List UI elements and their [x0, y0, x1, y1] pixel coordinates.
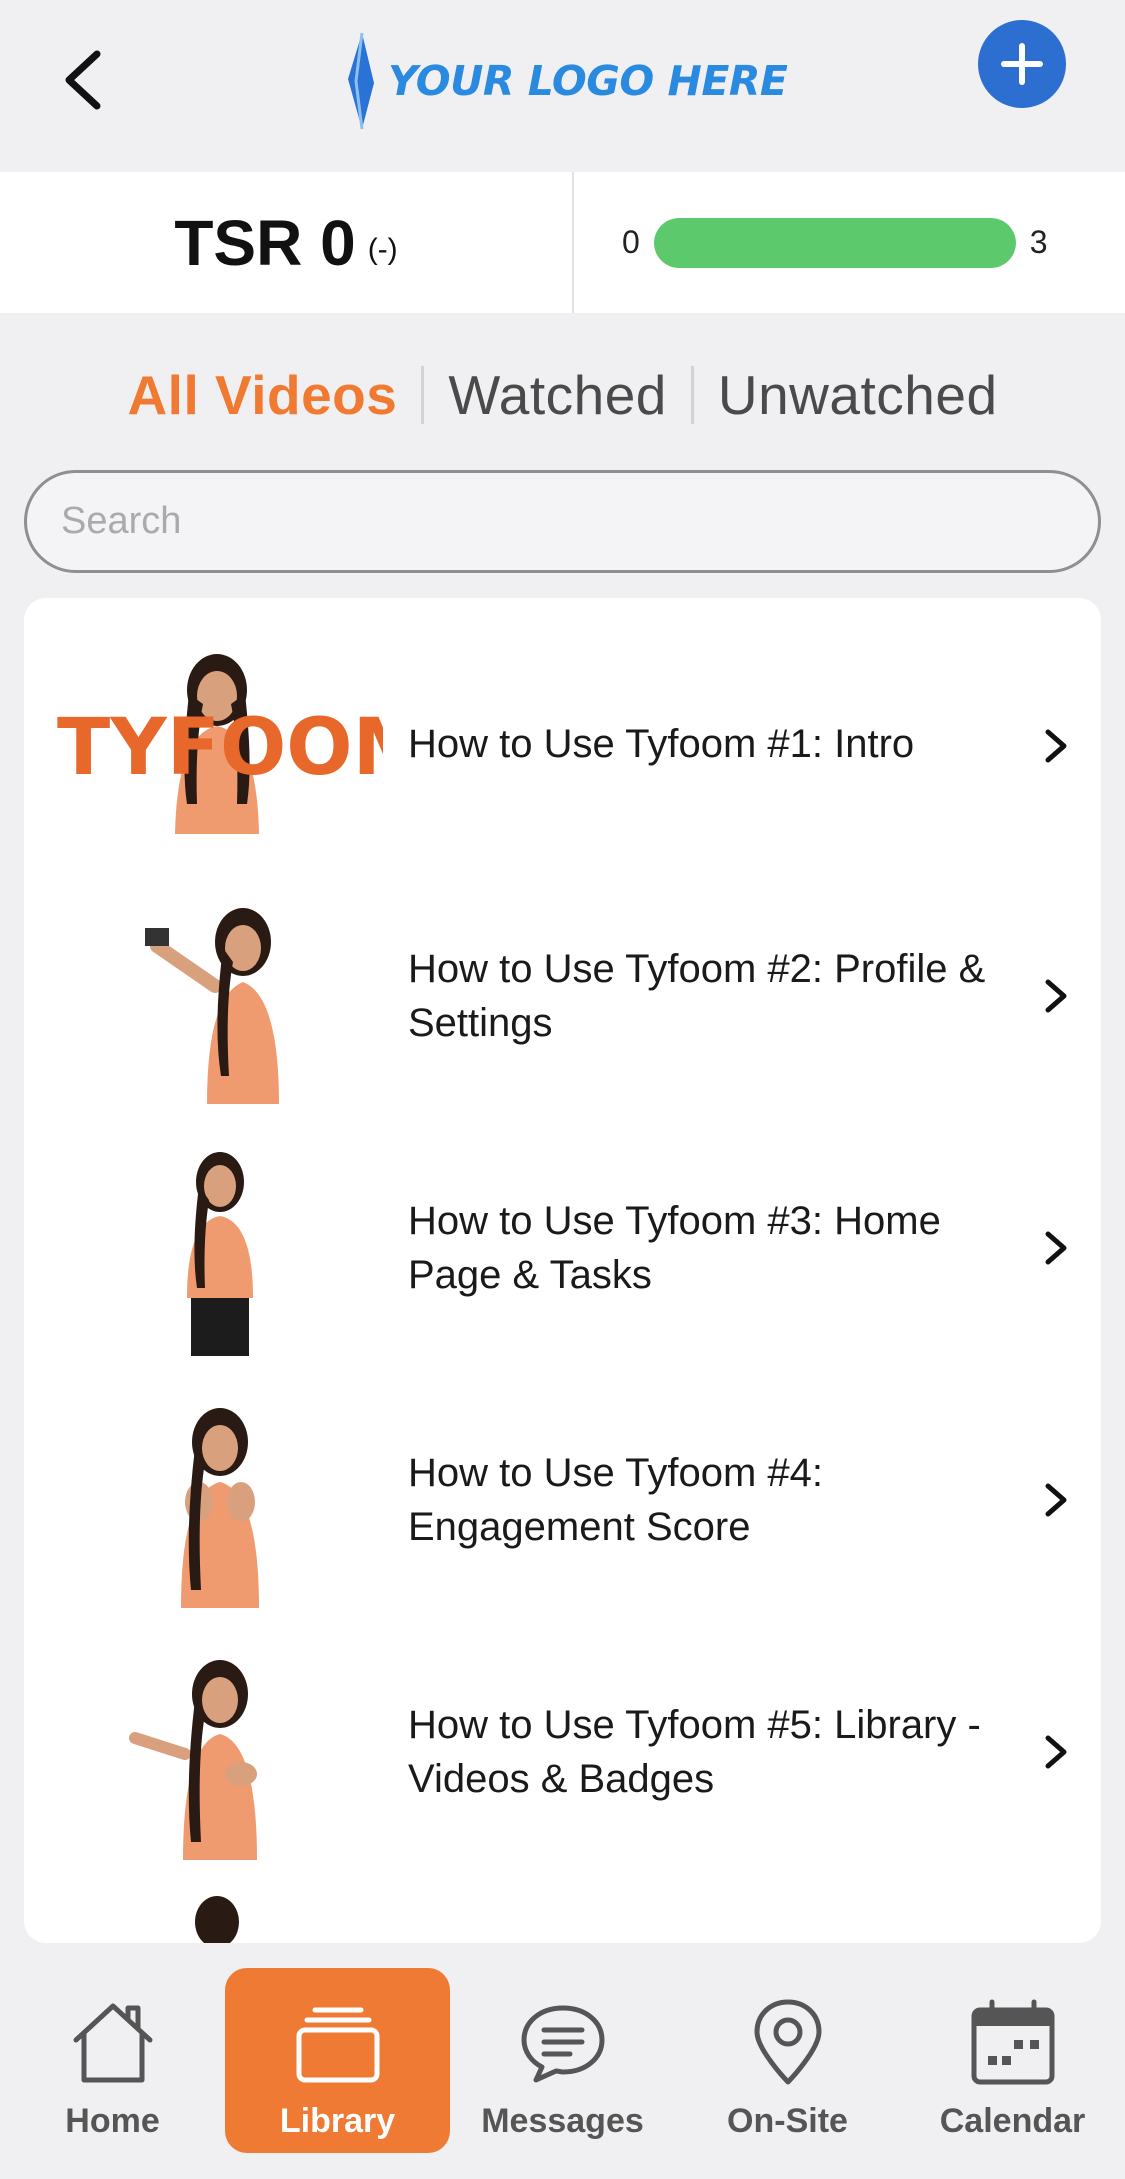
- list-item-video-3[interactable]: How to Use Tyfoom #3: Home Page & Tasks: [24, 1138, 1101, 1358]
- progress-min: 0: [622, 224, 640, 260]
- progress-panel: 0 3: [574, 172, 1125, 313]
- nav-label: Library: [279, 2102, 396, 2140]
- progress-max: 3: [1029, 224, 1048, 260]
- nav-label: Calendar: [939, 2102, 1086, 2140]
- video-thumbnail: [57, 886, 383, 1104]
- bottom-nav: Home Library Messages On-Site Calendar: [0, 1943, 1125, 2179]
- chevron-right-icon: [1045, 1735, 1067, 1769]
- video-thumbnail: [57, 1390, 383, 1608]
- thumbnail-text: TYFOOM: [57, 703, 383, 793]
- add-button[interactable]: [978, 20, 1066, 108]
- nav-home[interactable]: Home: [0, 1968, 225, 2153]
- video-title: How to Use Tyfoom #2: Profile & Settings: [408, 947, 986, 1045]
- list-item-video-5[interactable]: How to Use Tyfoom #5: Library - Videos &…: [24, 1642, 1101, 1862]
- calendar-icon: [958, 1988, 1068, 2098]
- logo-text: YOUR LOGO HERE: [388, 57, 788, 105]
- progress-fill: [653, 217, 1016, 268]
- chevron-right-icon: [1045, 1231, 1067, 1265]
- tab-unwatched[interactable]: Unwatched: [694, 363, 1022, 427]
- video-list: TYFOOM How to Use Tyfoom #1: Intro How t…: [24, 598, 1101, 1943]
- stats-bar: TSR 0 (-) 0 3: [0, 172, 1125, 313]
- progress-bar: [653, 217, 1016, 268]
- tab-watched[interactable]: Watched: [424, 363, 691, 427]
- video-title: How to Use Tyfoom #4: Engagement Score: [408, 1451, 823, 1549]
- video-thumbnail: [57, 1894, 383, 1943]
- tsr-score: TSR 0: [174, 206, 356, 279]
- tsr-panel: TSR 0 (-): [0, 172, 574, 313]
- nav-library[interactable]: Library: [225, 1968, 450, 2153]
- tab-all-videos[interactable]: All Videos: [103, 363, 421, 427]
- chat-bubble-icon: [508, 1988, 618, 2098]
- video-thumbnail: [57, 1138, 383, 1356]
- chevron-right-icon: [1045, 979, 1067, 1013]
- home-icon: [58, 1988, 168, 2098]
- filter-tabs: All Videos Watched Unwatched: [0, 350, 1125, 440]
- list-item-video-2[interactable]: How to Use Tyfoom #2: Profile & Settings: [24, 886, 1101, 1106]
- list-item-video-4[interactable]: How to Use Tyfoom #4: Engagement Score: [24, 1390, 1101, 1610]
- chevron-left-icon: [65, 50, 101, 110]
- app-header: YOUR LOGO HERE: [0, 0, 1125, 172]
- brand-logo: YOUR LOGO HERE: [340, 26, 800, 136]
- library-icon: [283, 1988, 393, 2098]
- chevron-right-icon: [1045, 1483, 1067, 1517]
- video-title: How to Use Tyfoom #1: Intro: [408, 722, 915, 766]
- list-item-video-1[interactable]: TYFOOM How to Use Tyfoom #1: Intro: [24, 634, 1101, 854]
- nav-on-site[interactable]: On-Site: [675, 1968, 900, 2153]
- search-box: [24, 470, 1101, 573]
- search-input[interactable]: [61, 500, 1064, 543]
- nav-label: Home: [65, 2102, 160, 2140]
- video-title: How to Use Tyfoom #5: Library - Videos &…: [408, 1703, 981, 1801]
- back-button[interactable]: [48, 40, 118, 120]
- map-pin-icon: [733, 1988, 843, 2098]
- video-title: How to Use Tyfoom #3: Home Page & Tasks: [408, 1199, 941, 1297]
- chevron-right-icon: [1045, 729, 1067, 763]
- list-item-video-partial[interactable]: [24, 1894, 1101, 1943]
- logo-mark-icon: [348, 32, 374, 130]
- nav-label: On-Site: [727, 2102, 848, 2140]
- video-thumbnail: [57, 1642, 383, 1860]
- nav-calendar[interactable]: Calendar: [900, 1968, 1125, 2153]
- nav-label: Messages: [481, 2102, 644, 2140]
- nav-messages[interactable]: Messages: [450, 1968, 675, 2153]
- video-thumbnail: TYFOOM: [57, 634, 383, 852]
- plus-icon: [1001, 43, 1043, 85]
- tsr-delta: (-): [367, 232, 398, 266]
